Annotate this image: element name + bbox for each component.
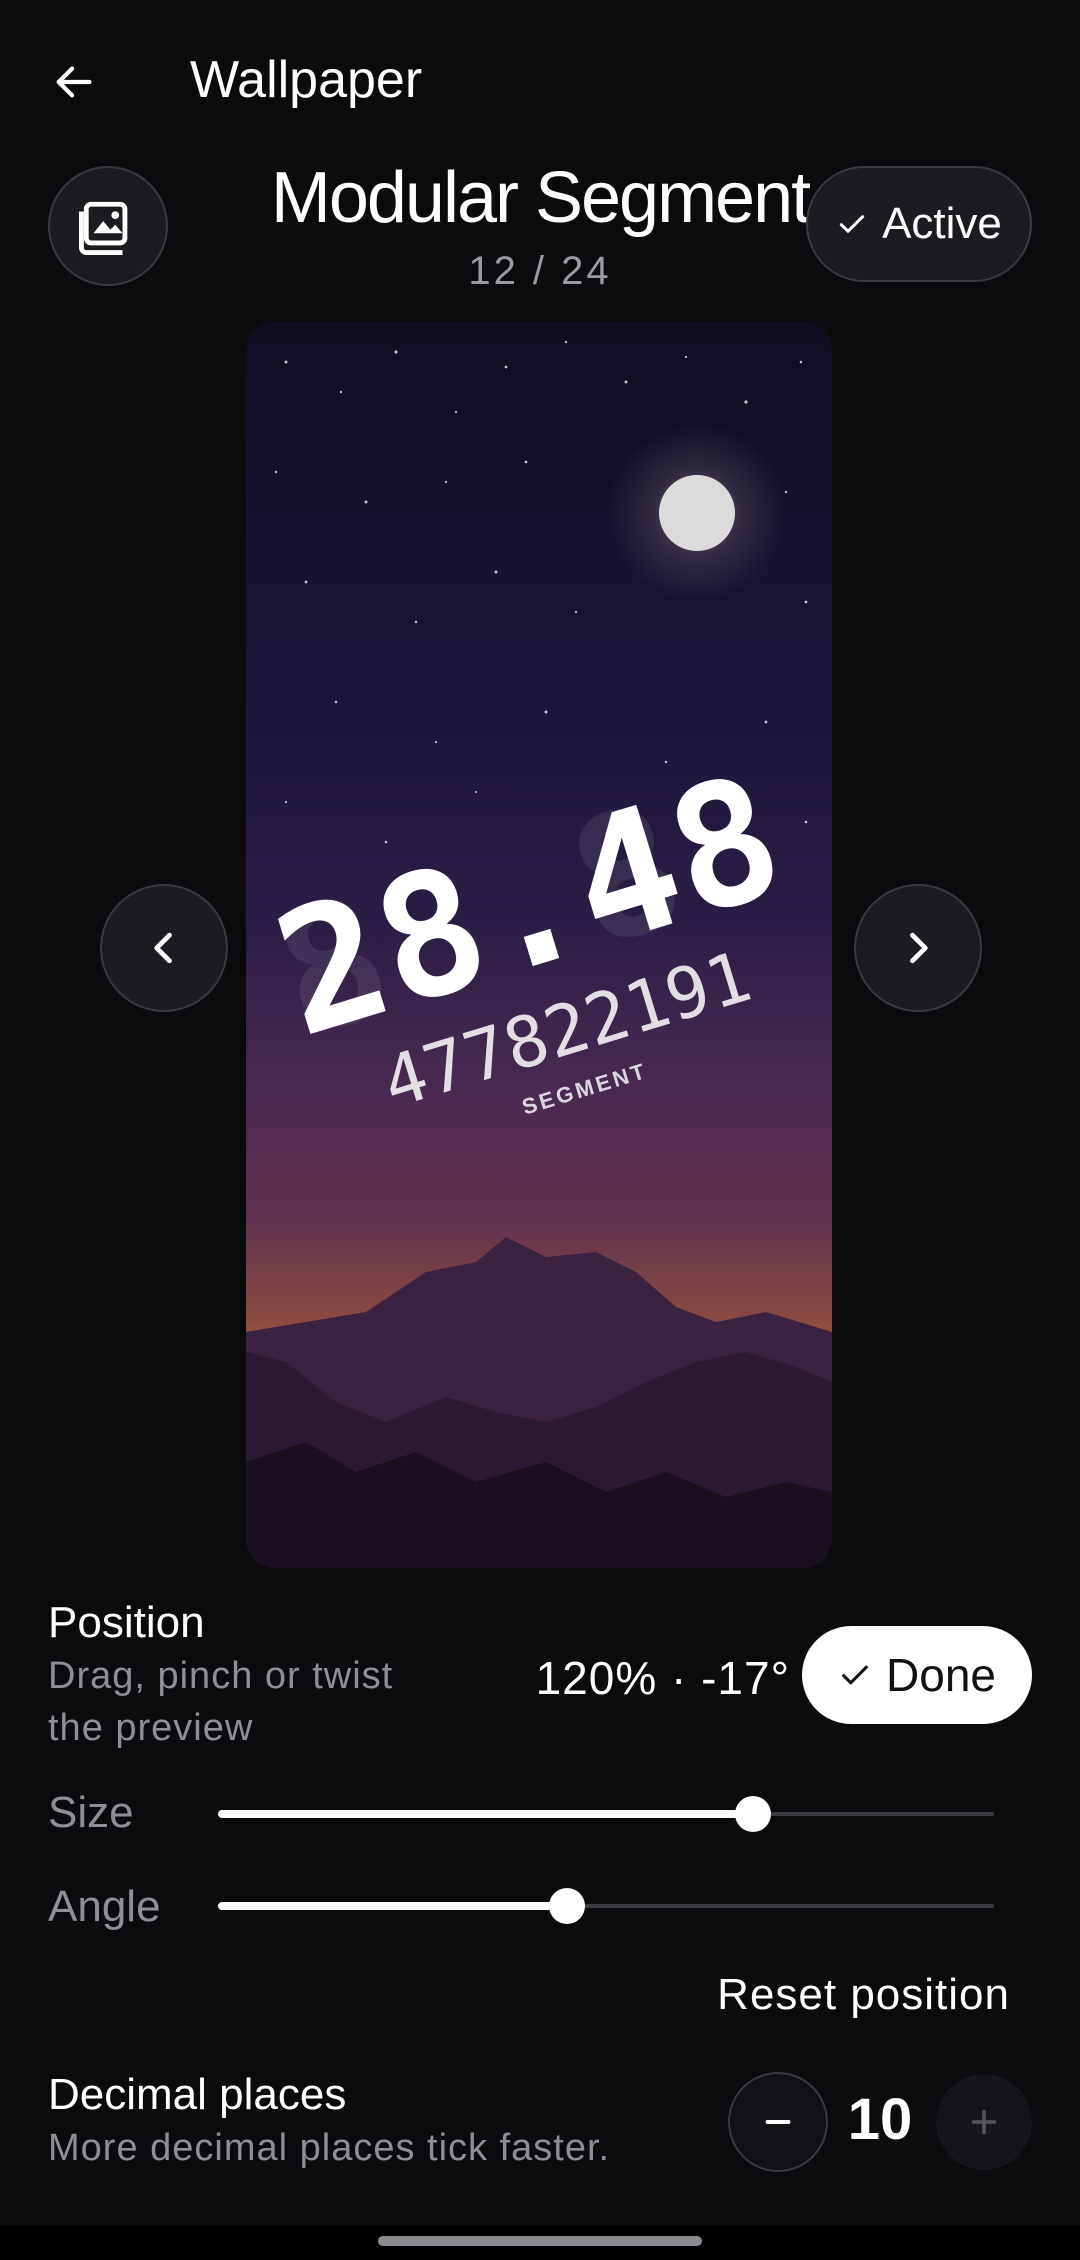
chevron-left-icon bbox=[154, 932, 172, 964]
position-label: Position bbox=[48, 1598, 205, 1647]
position-readout: 120% · -17° bbox=[535, 1652, 790, 1704]
page-title: Wallpaper bbox=[190, 51, 423, 109]
plus-icon bbox=[971, 2109, 997, 2135]
home-indicator[interactable] bbox=[378, 2236, 702, 2246]
done-button[interactable]: Done bbox=[802, 1626, 1032, 1724]
check-icon bbox=[839, 215, 865, 233]
position-help-line1: Drag, pinch or twist bbox=[48, 1655, 394, 1697]
angle-slider[interactable] bbox=[218, 1876, 994, 1936]
photo-library-icon bbox=[79, 201, 128, 255]
gallery-button[interactable] bbox=[48, 166, 168, 286]
chevron-right-icon bbox=[910, 932, 928, 964]
size-slider-thumb[interactable] bbox=[735, 1796, 771, 1832]
moon bbox=[659, 475, 735, 551]
reset-position-button[interactable]: Reset position bbox=[660, 1968, 1010, 2022]
active-badge[interactable]: Active bbox=[806, 166, 1032, 282]
prev-wallpaper-button[interactable] bbox=[100, 884, 228, 1012]
clock-group: 88.88 28.48 477822191 SEGMENT bbox=[255, 737, 802, 1125]
back-button[interactable] bbox=[36, 44, 112, 120]
next-wallpaper-button[interactable] bbox=[854, 884, 982, 1012]
minus-icon bbox=[765, 2120, 791, 2124]
angle-slider-thumb[interactable] bbox=[549, 1888, 585, 1924]
position-help-line2: the preview bbox=[48, 1707, 254, 1749]
angle-label: Angle bbox=[48, 1882, 161, 1931]
size-slider-fill bbox=[218, 1810, 753, 1818]
check-icon bbox=[842, 1665, 868, 1685]
wallpaper-name: Modular Segment bbox=[270, 158, 811, 238]
size-label: Size bbox=[48, 1788, 134, 1837]
size-slider[interactable] bbox=[218, 1784, 994, 1844]
wallpaper-preview[interactable]: 88.88 28.48 477822191 SEGMENT bbox=[246, 322, 832, 1568]
angle-slider-fill bbox=[218, 1902, 567, 1910]
wallpaper-counter: 12 / 24 bbox=[468, 249, 612, 293]
decrement-button[interactable] bbox=[728, 2072, 828, 2172]
active-label: Active bbox=[882, 199, 1002, 248]
increment-button[interactable] bbox=[936, 2074, 1032, 2170]
done-label: Done bbox=[886, 1649, 996, 1701]
decimal-places-help: More decimal places tick faster. bbox=[48, 2127, 611, 2169]
decimal-places-value: 10 bbox=[847, 2087, 913, 2152]
decimal-places-label: Decimal places bbox=[48, 2070, 347, 2119]
arrow-left-icon bbox=[56, 66, 92, 98]
preview-scene: 88.88 28.48 477822191 SEGMENT bbox=[246, 340, 832, 1568]
